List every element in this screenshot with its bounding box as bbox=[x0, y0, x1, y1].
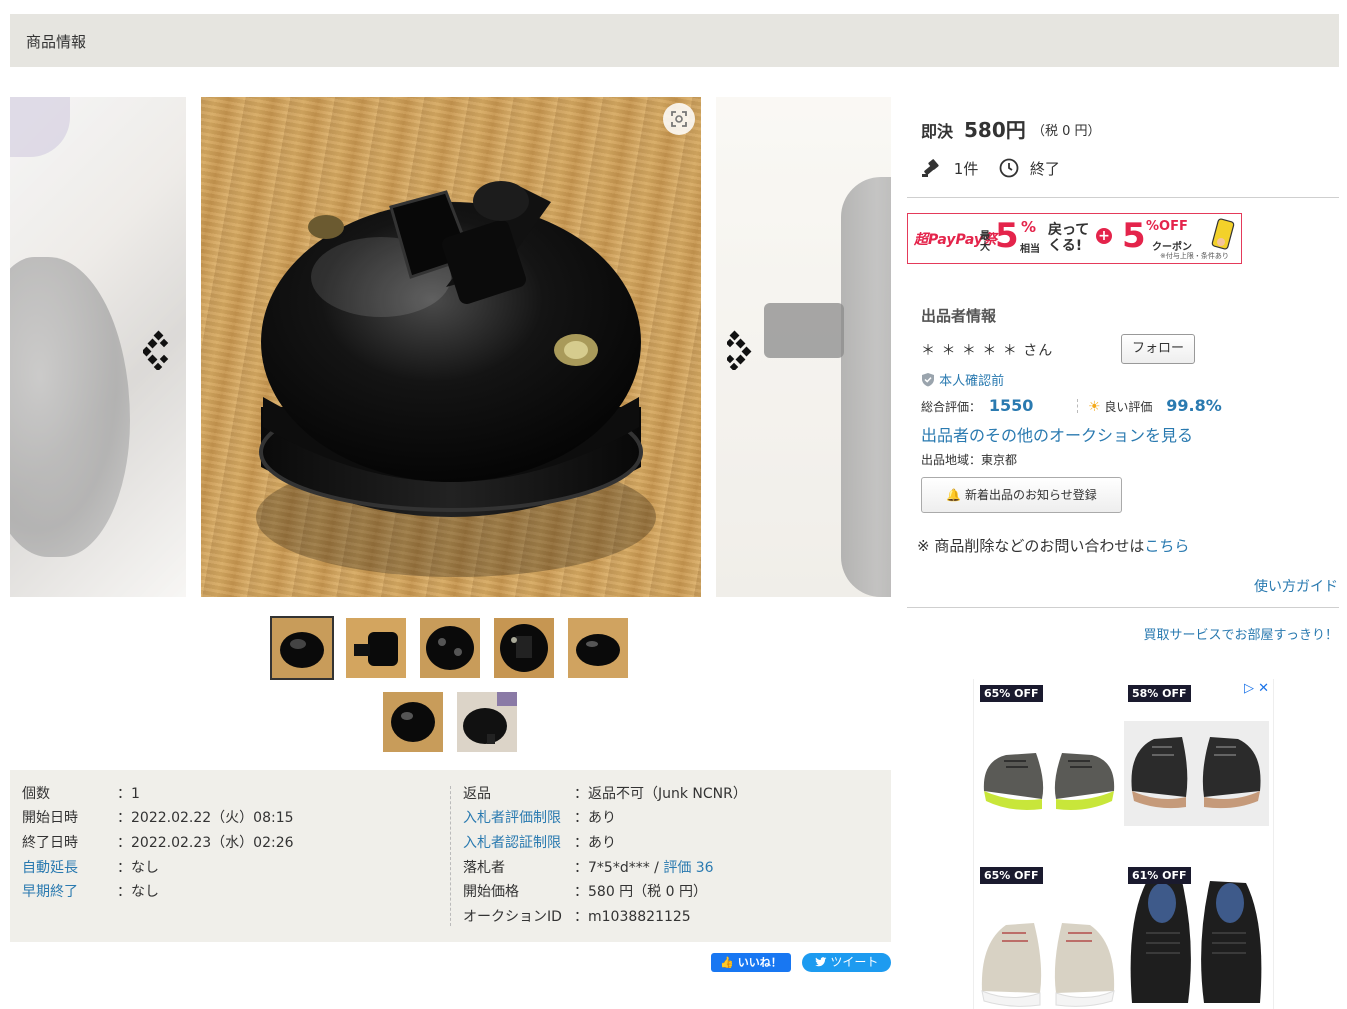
chevron-left-icon[interactable] bbox=[141, 330, 173, 372]
total-rating-label: 総合評価： bbox=[921, 400, 982, 414]
tweet-button[interactable]: ツイート bbox=[802, 953, 891, 972]
detail-label: 開始価格 bbox=[463, 884, 519, 900]
thumbs-up-icon: 👍 bbox=[720, 956, 734, 969]
promo-note: ※付与上限・条件あり bbox=[1160, 252, 1229, 260]
chevron-right-icon[interactable] bbox=[725, 330, 757, 372]
inquiry-prefix: ※ 商品削除などのお問い合わせは bbox=[917, 537, 1145, 555]
tweet-label: ツイート bbox=[830, 955, 879, 969]
main-product-image[interactable] bbox=[201, 97, 701, 597]
identity-status: 本人確認前 bbox=[921, 370, 1004, 389]
promo-text: 戻ってくる! bbox=[1048, 222, 1090, 254]
bids-status-row: 1件 終了 bbox=[921, 158, 1060, 179]
shield-icon bbox=[922, 373, 934, 387]
discount-badge: 65% OFF bbox=[980, 867, 1043, 884]
winner-value: ：7*5*d*** / 評価 36 bbox=[574, 860, 714, 876]
bid-count: 1件 bbox=[953, 160, 979, 178]
detail-value: ：2022.02.22（火）08:15 bbox=[117, 810, 294, 826]
seller-name[interactable]: ＊ ＊ ＊ ＊ ＊ さん bbox=[921, 340, 1053, 360]
divider bbox=[907, 197, 1339, 198]
detail-value: ：1 bbox=[117, 786, 140, 802]
new-listing-notify-button[interactable]: 🔔 新着出品のお知らせ登録 bbox=[921, 477, 1122, 513]
promo-sub: 相当 bbox=[1020, 244, 1040, 255]
discount-badge: 61% OFF bbox=[1128, 867, 1191, 884]
details-divider bbox=[450, 786, 451, 926]
rating-divider bbox=[1077, 399, 1079, 413]
section-title: 商品情報 bbox=[26, 33, 87, 51]
thumbnail-5[interactable] bbox=[568, 618, 628, 678]
thumbnail-3[interactable] bbox=[420, 618, 480, 678]
twitter-bird-icon bbox=[814, 957, 827, 967]
winner-rating-link[interactable]: 評価 36 bbox=[663, 860, 713, 876]
promo-banner[interactable]: 超PayPay祭 最大 5 % 相当 戻ってくる! + 5 %OFF クーポン … bbox=[907, 213, 1242, 264]
section-header: 商品情報 bbox=[10, 14, 1339, 67]
ad-banner[interactable]: ▷ ✕ 65% OFF 58% OFF 65% OFF 61% OFF bbox=[973, 679, 1274, 1009]
detail-value: ：2022.02.23（水）02:26 bbox=[117, 835, 294, 851]
detail-value: ：580 円（税 0 円） bbox=[574, 884, 707, 900]
total-rating-value[interactable]: 1550 bbox=[989, 396, 1034, 415]
detail-value: ：なし bbox=[117, 860, 159, 876]
thumbnail-7[interactable] bbox=[457, 692, 517, 752]
seller-other-auctions-link[interactable]: 出品者のその他のオークションを見る bbox=[921, 422, 1193, 446]
promo-prefix: 最大 bbox=[980, 231, 990, 253]
detail-label: 終了日時 bbox=[22, 835, 78, 851]
thumbnail-4[interactable] bbox=[494, 618, 554, 678]
bidder-rating-limit-link[interactable]: 入札者評価制限 bbox=[463, 810, 561, 826]
detail-row: 個数 bbox=[22, 786, 50, 802]
gavel-icon bbox=[922, 159, 939, 177]
auction-status: 終了 bbox=[1029, 160, 1060, 178]
usage-guide-link[interactable]: 使い方ガイド bbox=[1254, 576, 1338, 596]
bidder-verification-limit-link[interactable]: 入札者認証制限 bbox=[463, 835, 561, 851]
discount-badge: 65% OFF bbox=[980, 685, 1043, 702]
buy-now-label: 即決 bbox=[921, 122, 954, 141]
early-end-link[interactable]: 早期終了 bbox=[22, 884, 78, 900]
inquiry-link[interactable]: こちら bbox=[1144, 537, 1189, 555]
detail-value: ：あり bbox=[574, 835, 616, 851]
ad-item[interactable]: 65% OFF bbox=[976, 681, 1121, 831]
good-rating-value: 99.8% bbox=[1166, 396, 1222, 415]
promo-percent: 5 bbox=[995, 216, 1019, 256]
promo-plus: + bbox=[1096, 228, 1112, 244]
seller-info-title: 出品者情報 bbox=[921, 307, 997, 325]
ad-item[interactable]: 65% OFF bbox=[976, 863, 1121, 1009]
ad-item[interactable]: 58% OFF bbox=[1124, 681, 1269, 831]
auction-details: 個数 ：1 開始日時 ：2022.02.22（火）08:15 終了日時 ：202… bbox=[10, 770, 891, 942]
promo-percent-2: 5 bbox=[1122, 216, 1146, 256]
discount-badge: 58% OFF bbox=[1128, 685, 1191, 702]
zoom-icon[interactable] bbox=[663, 103, 695, 135]
auto-extension-link[interactable]: 自動延長 bbox=[22, 860, 78, 876]
promo-percent-unit: % bbox=[1021, 218, 1037, 236]
thumbnail-2[interactable] bbox=[346, 618, 406, 678]
follow-button[interactable]: フォロー bbox=[1121, 334, 1195, 364]
detail-value: ：m1038821125 bbox=[574, 909, 691, 925]
detail-value: ：返品不可（Junk NCNR） bbox=[574, 786, 747, 802]
good-rating-label: 良い評価 bbox=[1104, 400, 1153, 414]
detail-label: 返品 bbox=[463, 786, 491, 802]
buy-now-price: 580円 bbox=[964, 118, 1026, 142]
detail-value: ：なし bbox=[117, 884, 159, 900]
phone-icon bbox=[1211, 218, 1235, 250]
detail-label: 開始日時 bbox=[22, 810, 78, 826]
thumbnail-1[interactable] bbox=[270, 616, 334, 680]
detail-value: ：あり bbox=[574, 810, 616, 826]
inquiry-text: ※ 商品削除などのお問い合わせはこちら bbox=[917, 535, 1189, 556]
facebook-like-button[interactable]: 👍 いいね！ bbox=[711, 953, 791, 972]
buyback-service-link[interactable]: 買取サービスでお部屋すっきり！ bbox=[1144, 624, 1338, 643]
price-tax: （税 0 円） bbox=[1032, 124, 1101, 139]
promo-off: %OFF bbox=[1146, 219, 1188, 234]
sun-icon: ☀ bbox=[1088, 399, 1101, 415]
detail-label: 落札者 bbox=[463, 860, 505, 876]
detail-label: 個数 bbox=[22, 786, 50, 802]
divider bbox=[907, 607, 1339, 608]
thumbnail-6[interactable] bbox=[383, 692, 443, 752]
ad-item[interactable]: 61% OFF bbox=[1124, 863, 1269, 1009]
seller-region: 出品地域：東京都 bbox=[921, 453, 1018, 467]
detail-label: オークションID bbox=[463, 909, 562, 925]
identity-status-label: 本人確認前 bbox=[939, 374, 1005, 389]
notify-label: 新着出品のお知らせ登録 bbox=[965, 488, 1097, 502]
like-label: いいね！ bbox=[737, 956, 782, 969]
winner-id: ：7*5*d*** / bbox=[574, 860, 664, 876]
clock-icon bbox=[999, 158, 1019, 178]
bell-icon: 🔔 bbox=[946, 488, 962, 502]
seller-rating: 総合評価： 1550 ☀ 良い評価 99.8% bbox=[921, 396, 1222, 415]
